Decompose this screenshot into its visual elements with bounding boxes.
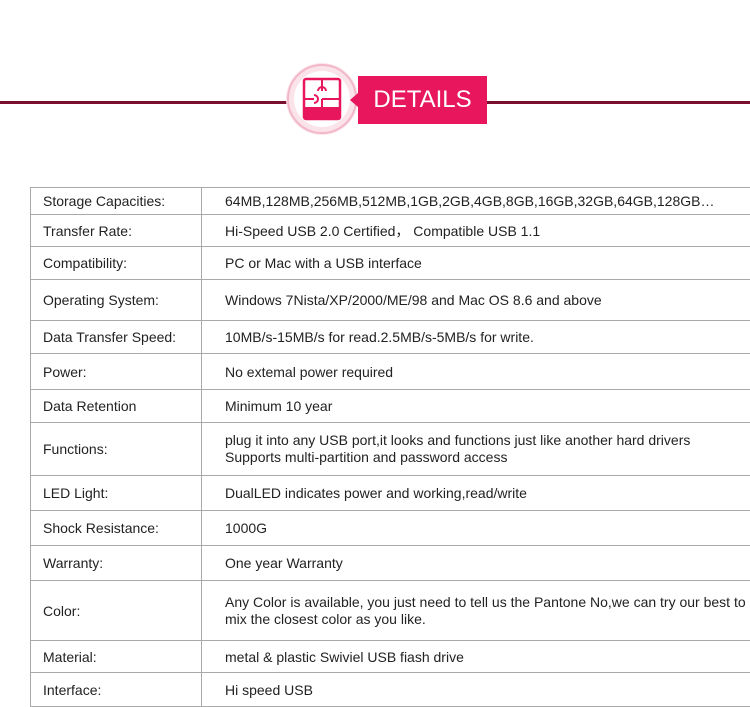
spec-value: 64MB,128MB,256MB,512MB,1GB,2GB,4GB,8GB,1… bbox=[201, 187, 750, 215]
spec-label: Shock Resistance: bbox=[30, 510, 202, 546]
spec-value: PC or Mac with a USB interface bbox=[201, 246, 750, 280]
spec-row: Power: No extemal power required bbox=[30, 353, 750, 390]
spec-label: Material: bbox=[30, 640, 202, 673]
spec-row: Operating System: Windows 7Nista/XP/2000/… bbox=[30, 279, 750, 321]
spec-value-line: plug it into any USB port,it looks and f… bbox=[225, 432, 691, 448]
spec-row: Color: Any Color is available, you just n… bbox=[30, 580, 750, 641]
spec-value: Hi speed USB bbox=[201, 672, 750, 707]
spec-value: Any Color is available, you just need to… bbox=[201, 580, 750, 641]
spec-row: Interface: Hi speed USB bbox=[30, 672, 750, 707]
spec-value-line: Any Color is available, you just need to… bbox=[225, 593, 746, 610]
spec-row: LED Light: DualLED indicates power and wo… bbox=[30, 475, 750, 511]
spec-label: Operating System: bbox=[30, 279, 202, 321]
section-title: DETAILS bbox=[358, 76, 487, 124]
spec-label: Transfer Rate: bbox=[30, 214, 202, 247]
spec-value: Hi-Speed USB 2.0 Certified， Compatible U… bbox=[201, 214, 750, 247]
spec-value: DualLED indicates power and working,read… bbox=[201, 475, 750, 511]
spec-label: Color: bbox=[30, 580, 202, 641]
spec-value: 1000G bbox=[201, 510, 750, 546]
spec-row: Storage Capacities: 64MB,128MB,256MB,512M… bbox=[30, 187, 750, 215]
spec-label: Data Retention bbox=[30, 389, 202, 423]
spec-value: plug it into any USB port,it looks and f… bbox=[201, 422, 750, 476]
spec-label: Compatibility: bbox=[30, 246, 202, 280]
spec-label: Interface: bbox=[30, 672, 202, 707]
spec-value-line: Supports multi-partition and password ac… bbox=[225, 449, 508, 465]
spec-value: 10MB/s-15MB/s for read.2.5MB/s-5MB/s for… bbox=[201, 320, 750, 354]
spec-row: Functions: plug it into any USB port,it l… bbox=[30, 422, 750, 476]
header-line-right bbox=[486, 101, 750, 104]
spec-row: Data Transfer Speed: 10MB/s-15MB/s for re… bbox=[30, 320, 750, 354]
spec-row: Transfer Rate: Hi-Speed USB 2.0 Certified… bbox=[30, 214, 750, 247]
details-header: DETAILS bbox=[0, 0, 750, 150]
spec-label: Power: bbox=[30, 353, 202, 390]
spec-row: Shock Resistance: 1000G bbox=[30, 510, 750, 546]
spec-value: One year Warranty bbox=[201, 545, 750, 581]
spec-label: Functions: bbox=[30, 422, 202, 476]
header-line-left bbox=[0, 101, 292, 104]
puzzle-icon bbox=[286, 63, 358, 135]
title-tag-notch bbox=[350, 93, 358, 107]
spec-row: Data Retention Minimum 10 year bbox=[30, 389, 750, 423]
spec-row: Warranty: One year Warranty bbox=[30, 545, 750, 581]
spec-row: Compatibility: PC or Mac with a USB inter… bbox=[30, 246, 750, 280]
spec-value-line: mix the closest color as you like. bbox=[225, 610, 426, 627]
specifications-table: Storage Capacities: 64MB,128MB,256MB,512M… bbox=[30, 187, 750, 707]
spec-label: Data Transfer Speed: bbox=[30, 320, 202, 354]
spec-value: Windows 7Nista/XP/2000/ME/98 and Mac OS … bbox=[201, 279, 750, 321]
spec-label: LED Light: bbox=[30, 475, 202, 511]
spec-row: Material: metal & plastic Swiviel USB fia… bbox=[30, 640, 750, 673]
spec-label: Storage Capacities: bbox=[30, 187, 202, 215]
spec-value: metal & plastic Swiviel USB fiash drive bbox=[201, 640, 750, 673]
spec-value: Minimum 10 year bbox=[201, 389, 750, 423]
spec-value: No extemal power required bbox=[201, 353, 750, 390]
spec-label: Warranty: bbox=[30, 545, 202, 581]
